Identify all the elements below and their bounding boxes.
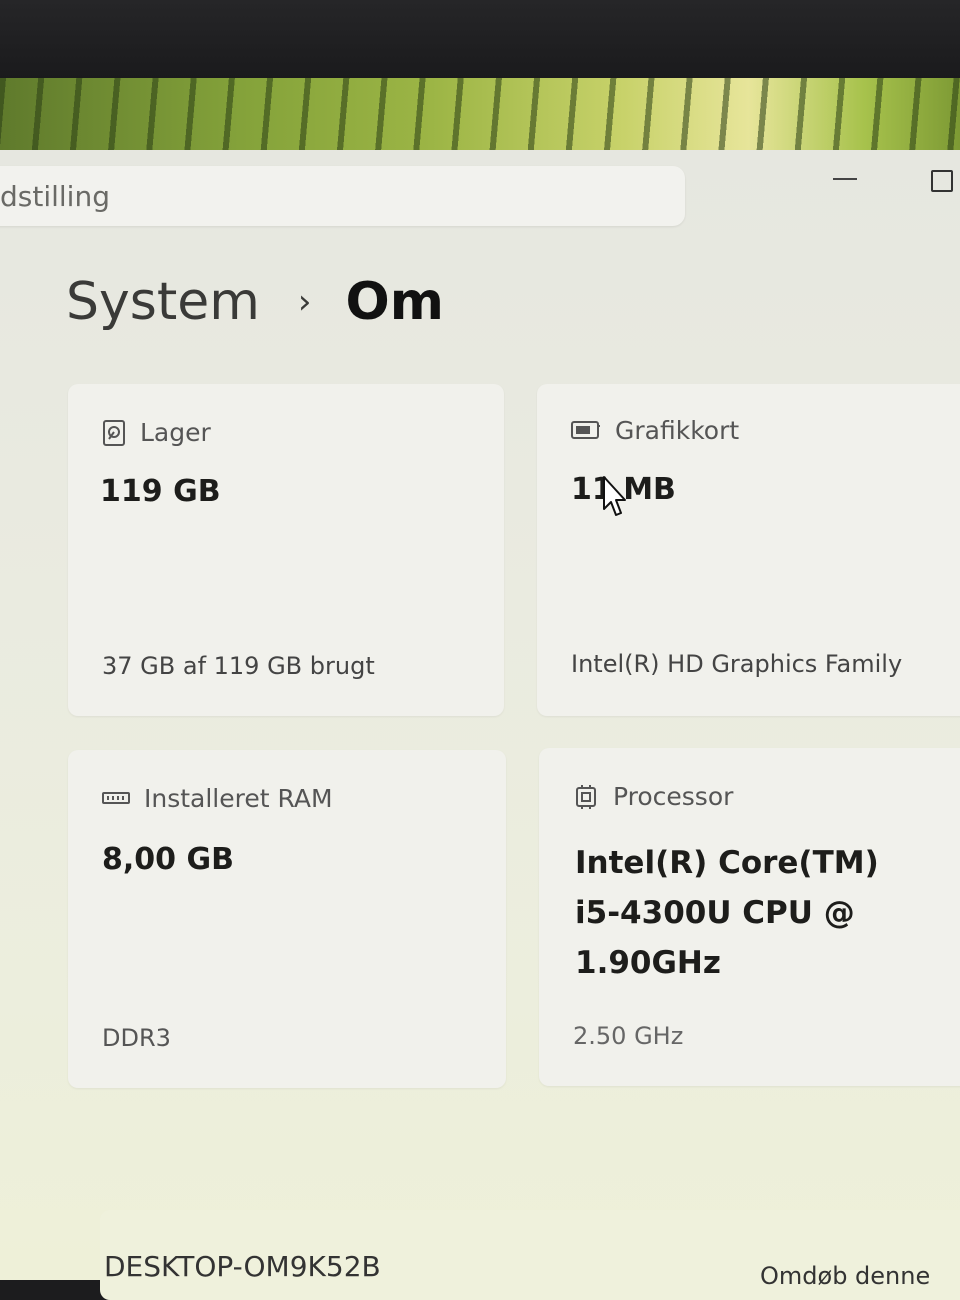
breadcrumb: System › Om xyxy=(66,272,444,332)
processor-card: Processor Intel(R) Core(TM) i5-4300U CPU… xyxy=(539,748,960,1086)
storage-icon xyxy=(103,419,125,446)
processor-value: Intel(R) Core(TM) i5-4300U CPU @ 1.90GHz xyxy=(575,845,879,981)
minimize-button[interactable] xyxy=(833,178,857,180)
breadcrumb-system[interactable]: System xyxy=(66,272,260,332)
storage-detail: 37 GB af 119 GB brugt xyxy=(102,652,375,680)
storage-value: 119 GB xyxy=(100,474,221,509)
monitor-bezel xyxy=(0,0,960,80)
chevron-right-icon: › xyxy=(297,282,312,322)
device-name: DESKTOP-OM9K52B xyxy=(104,1250,381,1283)
graphics-label: Grafikkort xyxy=(615,416,740,445)
mouse-cursor-icon xyxy=(603,476,626,516)
ram-value: 8,00 GB xyxy=(102,842,234,877)
ram-label: Installeret RAM xyxy=(144,784,333,813)
graphics-detail: Intel(R) HD Graphics Family xyxy=(571,650,903,678)
graphics-header: Grafikkort xyxy=(571,416,739,445)
ram-detail: DDR3 xyxy=(102,1024,171,1052)
ram-card: Installeret RAM 8,00 GB DDR3 xyxy=(68,750,506,1088)
page-title: Om xyxy=(345,272,444,332)
rename-button[interactable]: Omdøb denne xyxy=(760,1262,930,1290)
search-text[interactable]: dstilling xyxy=(0,180,110,213)
processor-label: Processor xyxy=(613,782,734,811)
processor-icon xyxy=(576,784,596,809)
storage-header: Lager xyxy=(102,418,211,447)
graphics-card-icon xyxy=(571,420,600,439)
desktop-wallpaper xyxy=(0,78,960,152)
graphics-card: Grafikkort 11 MB Intel(R) HD Graphics Fa… xyxy=(537,384,960,716)
memory-icon xyxy=(102,791,130,804)
storage-card: Lager 119 GB 37 GB af 119 GB brugt xyxy=(68,384,504,716)
search-box[interactable]: dstilling xyxy=(0,166,685,226)
storage-label: Lager xyxy=(140,418,211,447)
processor-header: Processor xyxy=(573,782,733,811)
ram-header: Installeret RAM xyxy=(102,784,333,813)
maximize-button[interactable] xyxy=(931,170,953,192)
processor-detail: 2.50 GHz xyxy=(573,1022,684,1050)
